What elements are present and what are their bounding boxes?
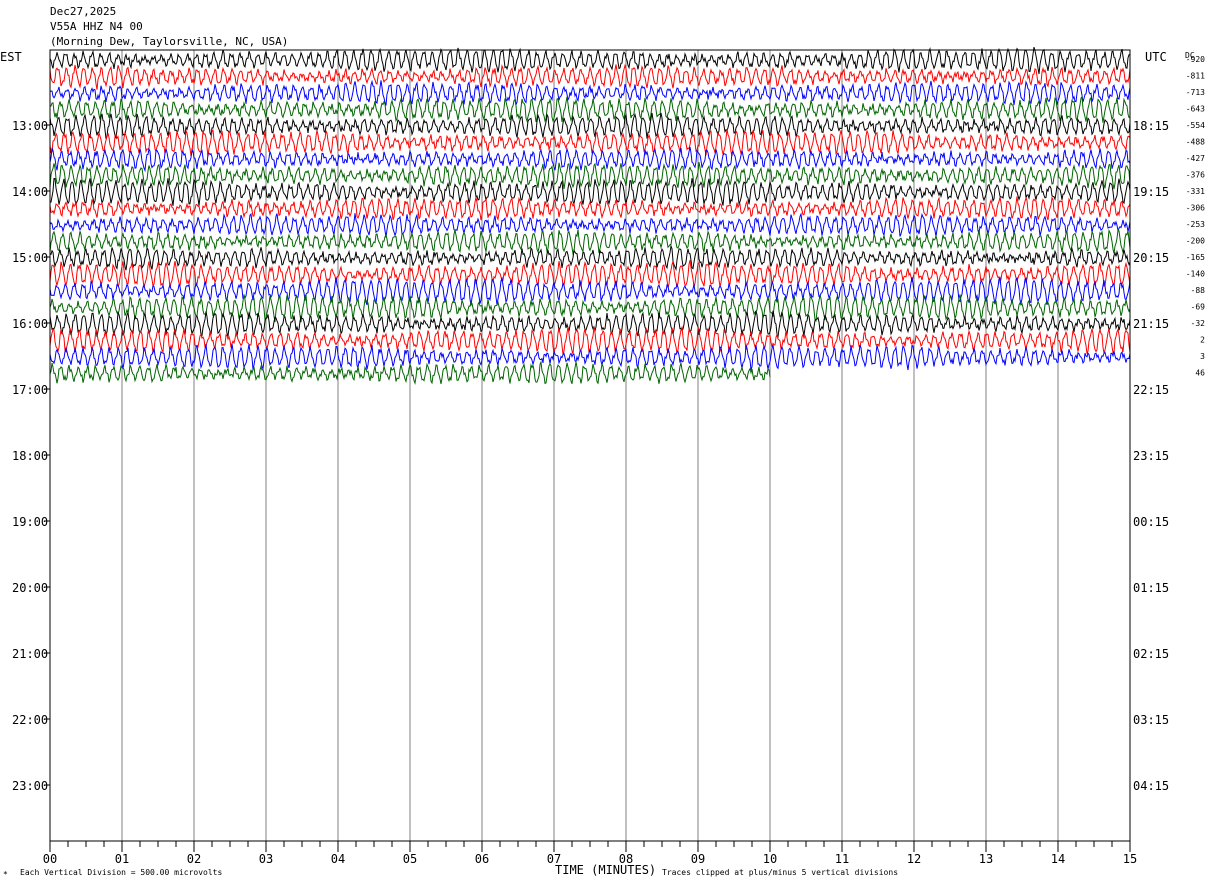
right-hour-label: 22:15 xyxy=(1133,383,1169,397)
dc-offset-label: -811 xyxy=(1186,72,1205,81)
x-tick-label: 06 xyxy=(475,852,489,866)
dc-offset-labels: -920-811-713-643-554-488-427-376-331-306… xyxy=(1186,55,1205,378)
right-timezone-label: UTC xyxy=(1145,50,1167,64)
right-hour-label: 03:15 xyxy=(1133,713,1169,727)
right-hour-label: 01:15 xyxy=(1133,581,1169,595)
seismic-trace xyxy=(49,212,1131,238)
right-hour-label: 04:15 xyxy=(1133,779,1169,793)
dc-offset-label: -140 xyxy=(1186,270,1205,279)
left-hour-label: 18:00 xyxy=(12,449,48,463)
dc-offset-label: -713 xyxy=(1186,88,1205,97)
x-tick-label: 04 xyxy=(331,852,345,866)
seismic-traces xyxy=(49,46,1131,385)
dc-offset-label: -376 xyxy=(1186,171,1205,180)
dc-offset-label: -69 xyxy=(1191,303,1206,312)
left-hour-label: 21:00 xyxy=(12,647,48,661)
seismic-trace xyxy=(49,146,1131,173)
left-hour-label: 23:00 xyxy=(12,779,48,793)
left-hour-label: 16:00 xyxy=(12,317,48,331)
x-tick-label: 01 xyxy=(115,852,129,866)
x-tick-label: 03 xyxy=(259,852,273,866)
seismic-trace xyxy=(49,276,1131,306)
x-tick-label: 09 xyxy=(691,852,705,866)
right-hour-label: 00:15 xyxy=(1133,515,1169,529)
dc-offset-label: -306 xyxy=(1186,204,1205,213)
right-hour-label: 19:15 xyxy=(1133,185,1169,199)
dc-offset-label: 3 xyxy=(1200,352,1205,361)
right-hour-labels: 18:15 19:15 20:15 21:15 22:15 23:15 00:15 01:15… xyxy=(1133,119,1169,793)
left-hour-label: 14:00 xyxy=(12,185,48,199)
left-hour-label: 17:00 xyxy=(12,383,48,397)
x-tick-label: 02 xyxy=(187,852,201,866)
left-hour-label: 20:00 xyxy=(12,581,48,595)
x-tick-label: 15 xyxy=(1123,852,1137,866)
right-hour-label: 02:15 xyxy=(1133,647,1169,661)
left-hour-label: 15:00 xyxy=(12,251,48,265)
corner-mark: * xyxy=(3,870,8,879)
helicorder-chart: 00 01 02 03 04 05 06 07 08 09 10 11 12 13 14 15 13:0014… xyxy=(0,46,1205,879)
x-tick-label: 14 xyxy=(1051,852,1065,866)
left-hour-label: 22:00 xyxy=(12,713,48,727)
dc-offset-label: -427 xyxy=(1186,154,1205,163)
x-tick-label: 05 xyxy=(403,852,417,866)
x-tick-label: 00 xyxy=(43,852,57,866)
dc-offset-label: 46 xyxy=(1195,369,1205,378)
clip-note: Traces clipped at plus/minus 5 vertical … xyxy=(662,868,898,877)
x-axis-title: TIME (MINUTES) xyxy=(555,863,656,877)
dc-offset-label: -643 xyxy=(1186,105,1205,114)
right-hour-label: 23:15 xyxy=(1133,449,1169,463)
seismic-trace xyxy=(49,129,1131,157)
right-hour-label: 20:15 xyxy=(1133,251,1169,265)
left-hour-label: 19:00 xyxy=(12,515,48,529)
dc-offset-label: -200 xyxy=(1186,237,1205,246)
dc-offset-label: -554 xyxy=(1186,121,1205,130)
left-hour-labels: 13:00 14:00 15:00 16:00 17:00 18:00 19:00 20:00… xyxy=(12,119,50,793)
dc-offset-label: -88 xyxy=(1191,286,1206,295)
dc-offset-label: -32 xyxy=(1191,319,1206,328)
left-timezone-label: EST xyxy=(0,50,22,64)
dc-header-label: DC xyxy=(1185,51,1195,60)
left-hour-label: 13:00 xyxy=(12,119,48,133)
plot-frame xyxy=(49,49,1131,842)
seismic-trace xyxy=(49,228,1131,256)
dc-offset-label: -488 xyxy=(1186,138,1205,147)
dc-offset-label: -165 xyxy=(1186,253,1205,262)
vertical-division-note: Each Vertical Division = 500.00 microvol… xyxy=(20,868,222,877)
x-tick-label: 11 xyxy=(835,852,849,866)
dc-offset-label: 2 xyxy=(1200,336,1205,345)
right-hour-label: 21:15 xyxy=(1133,317,1169,331)
seismic-trace xyxy=(50,95,1131,123)
x-tick-label: 12 xyxy=(907,852,921,866)
x-tick-label: 13 xyxy=(979,852,993,866)
dc-offset-label: -331 xyxy=(1186,187,1205,196)
x-tick-label: 10 xyxy=(763,852,777,866)
dc-offset-label: -253 xyxy=(1186,220,1205,229)
seismic-trace xyxy=(49,310,1131,339)
right-hour-label: 18:15 xyxy=(1133,119,1169,133)
